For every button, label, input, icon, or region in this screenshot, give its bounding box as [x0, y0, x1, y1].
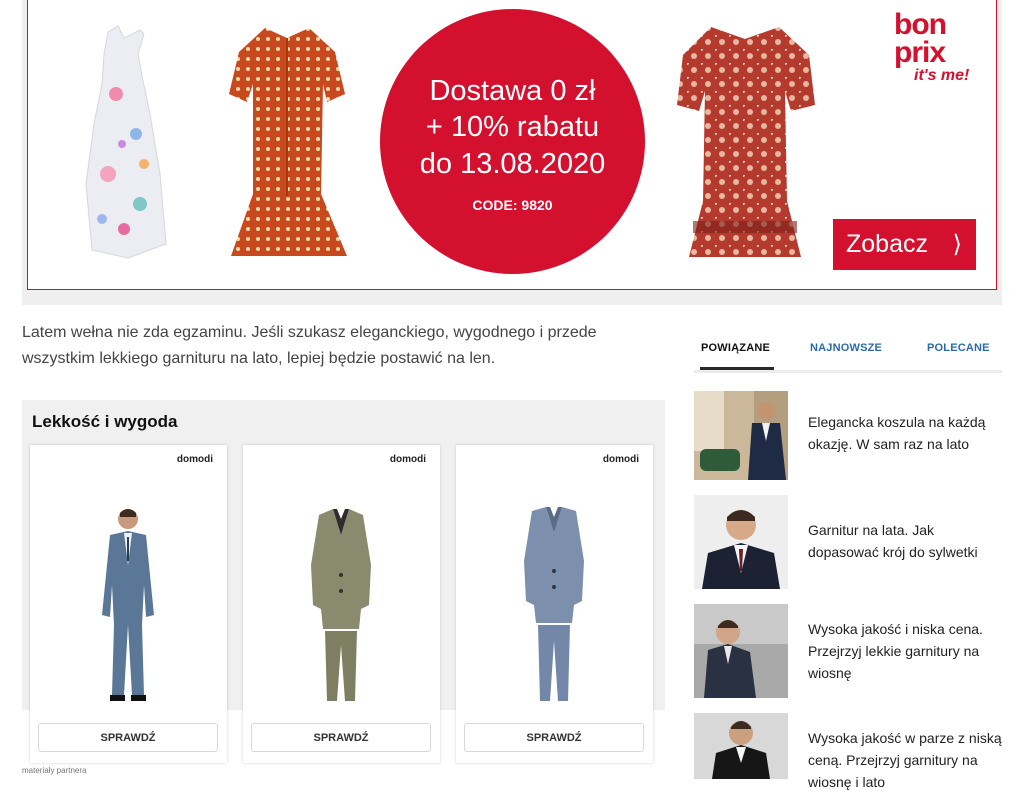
promo-code-text: CODE: 9820 [472, 197, 553, 213]
promo-circle: Dostawa 0 zł + 10% rabatu do 13.08.2020 … [380, 9, 645, 274]
tab-recommended[interactable]: POLECANE [927, 342, 990, 354]
product-card[interactable]: domodi SPRAWDŹ [243, 445, 440, 763]
product-card[interactable]: domodi SPRAWDŹ [30, 445, 227, 763]
tab-newest[interactable]: NAJNOWSZE [810, 342, 882, 354]
article-title[interactable]: Garnitur na lata. Jak dopasować krój do … [808, 519, 1004, 563]
zobacz-button[interactable]: Zobacz ⟩ [833, 219, 976, 270]
dress-floral-white-image [85, 25, 167, 259]
article-thumbnail-image [694, 391, 788, 480]
article-thumbnail-image [694, 604, 788, 698]
bonprix-logo: bon prix it's me! [894, 8, 970, 85]
chevron-right-icon: ⟩ [952, 231, 962, 258]
article-intro-text: Latem wełna nie zda egzaminu. Jeśli szuk… [22, 324, 597, 367]
partner-note: materiały partnera [22, 766, 87, 775]
tab-related[interactable]: POWIĄZANE [701, 342, 770, 354]
article-thumbnail-image [694, 713, 788, 779]
promo-delivery-text: Dostawa 0 zł [429, 75, 596, 107]
article-title[interactable]: Wysoka jakość w parze z niską ceną. Prze… [808, 727, 1004, 793]
dress-orange-dotted-image [229, 28, 347, 256]
article-title[interactable]: Wysoka jakość i niska cena. Przejrzyj le… [808, 618, 1004, 684]
active-tab-indicator [700, 367, 774, 370]
ad-banner-container: Dostawa 0 zł + 10% rabatu do 13.08.2020 … [22, 0, 1002, 305]
dress-red-paisley-image [677, 27, 815, 257]
sidebar-article[interactable]: Wysoka jakość i niska cena. Przejrzyj le… [694, 604, 1002, 698]
sidebar-article[interactable]: Elegancka koszula na każdą okazję. W sam… [694, 391, 1002, 481]
product-carousel-heading: Lekkość i wygoda [32, 412, 178, 431]
shop-logo: domodi [389, 454, 426, 465]
check-button[interactable]: SPRAWDŹ [38, 723, 218, 752]
sidebar-article[interactable]: Wysoka jakość w parze z niską ceną. Prze… [694, 713, 1002, 790]
ad-banner[interactable]: Dostawa 0 zł + 10% rabatu do 13.08.2020 … [27, 0, 997, 290]
article-title[interactable]: Elegancka koszula na każdą okazję. W sam… [808, 411, 1004, 455]
suit-light-blue-image [524, 507, 584, 701]
promo-date-text: do 13.08.2020 [419, 148, 606, 180]
shop-logo: domodi [602, 454, 639, 465]
promo-discount-text: + 10% rabatu [425, 111, 600, 143]
sidebar-article[interactable]: Garnitur na lata. Jak dopasować krój do … [694, 495, 1002, 589]
sidebar-tabs: POWIĄZANE NAJNOWSZE POLECANE [694, 332, 1002, 373]
suit-blue-model-image [102, 509, 154, 701]
shop-logo: domodi [176, 454, 213, 465]
check-button[interactable]: SPRAWDŹ [251, 723, 431, 752]
product-card[interactable]: domodi SPRAWDŹ [456, 445, 653, 763]
zobacz-button-label: Zobacz [846, 230, 928, 258]
suit-olive-image [311, 509, 371, 701]
article-thumbnail-image [694, 495, 788, 589]
check-button[interactable]: SPRAWDŹ [464, 723, 644, 752]
